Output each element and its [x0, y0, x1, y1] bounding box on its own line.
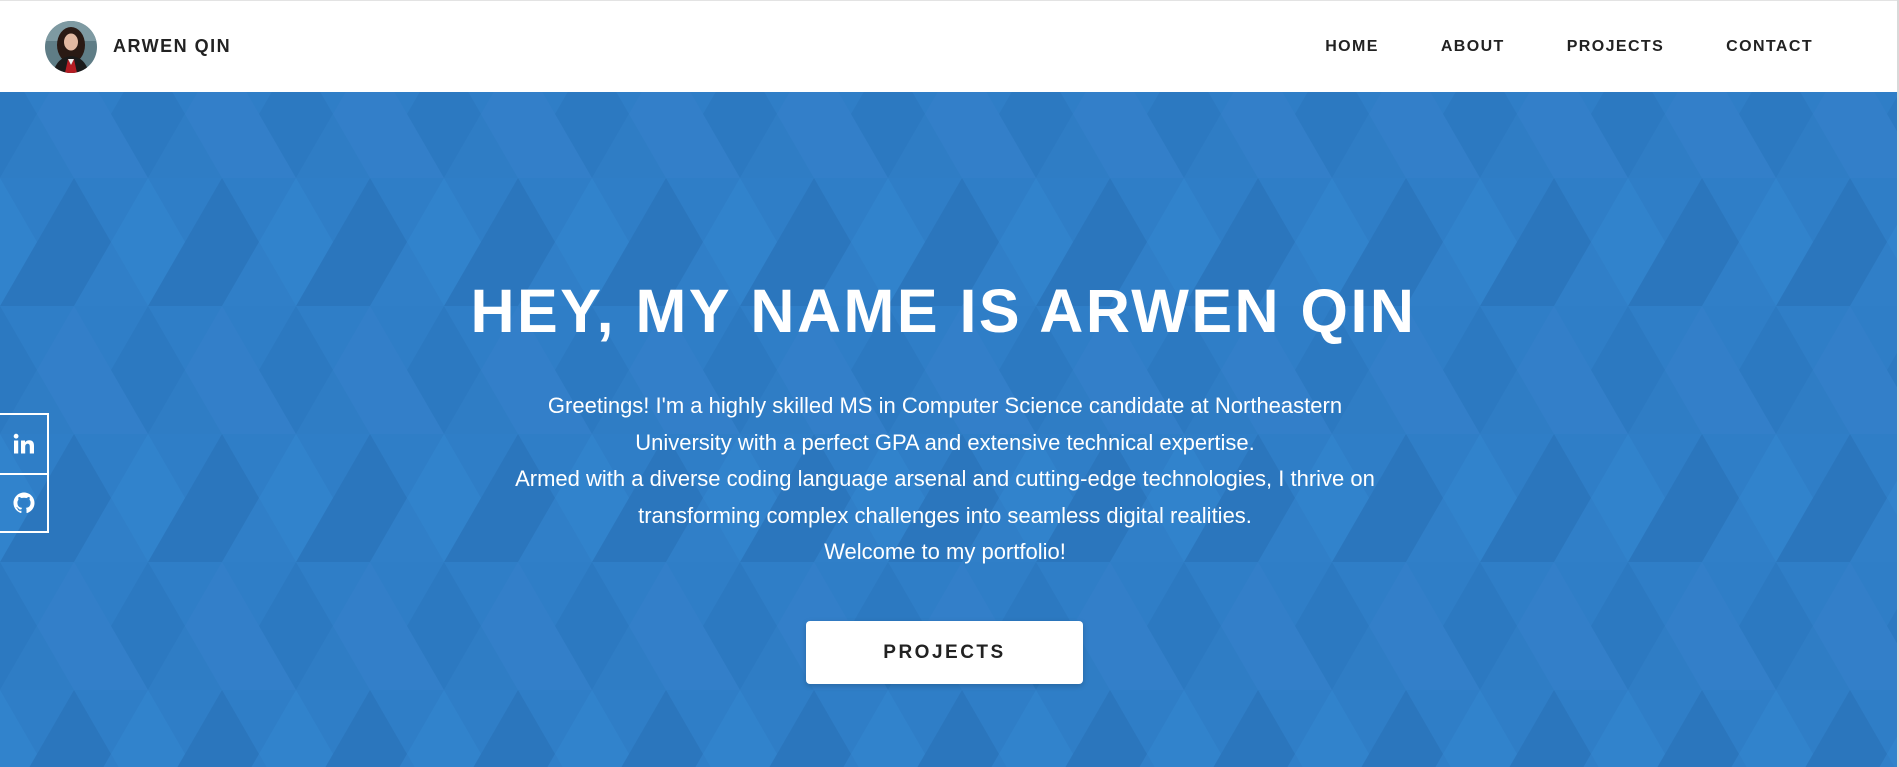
- hero-paragraph-skills: Armed with a diverse coding language ars…: [515, 466, 1375, 528]
- main-nav: HOME ABOUT PROJECTS CONTACT: [1325, 38, 1813, 56]
- linkedin-link[interactable]: [0, 415, 47, 473]
- nav-home[interactable]: HOME: [1325, 38, 1379, 56]
- nav-projects[interactable]: PROJECTS: [1567, 38, 1664, 56]
- github-link[interactable]: [0, 473, 47, 531]
- linkedin-icon: [13, 433, 34, 454]
- hero-title: HEY, MY NAME IS ARWEN QIN: [470, 277, 1417, 345]
- avatar: [45, 20, 97, 73]
- social-sidebar: [0, 413, 49, 533]
- hero-section: HEY, MY NAME IS ARWEN QIN Greetings! I'm…: [0, 92, 1897, 767]
- site-header: ARWEN QIN HOME ABOUT PROJECTS CONTACT: [0, 0, 1897, 92]
- github-icon: [13, 492, 34, 514]
- hero-paragraph-intro: Greetings! I'm a highly skilled MS in Co…: [547, 393, 1343, 455]
- brand-name: ARWEN QIN: [113, 36, 232, 56]
- avatar-portrait: [45, 20, 97, 73]
- hero-intro: Greetings! I'm a highly skilled MS in Co…: [510, 388, 1380, 571]
- hero-paragraph-welcome: Welcome to my portfolio!: [824, 539, 1066, 565]
- projects-button[interactable]: PROJECTS: [806, 621, 1083, 684]
- nav-contact[interactable]: CONTACT: [1726, 38, 1813, 56]
- portfolio-page: ARWEN QIN HOME ABOUT PROJECTS CONTACT HE…: [0, 0, 1899, 767]
- nav-about[interactable]: ABOUT: [1441, 38, 1505, 56]
- brand-link[interactable]: ARWEN QIN: [45, 20, 232, 73]
